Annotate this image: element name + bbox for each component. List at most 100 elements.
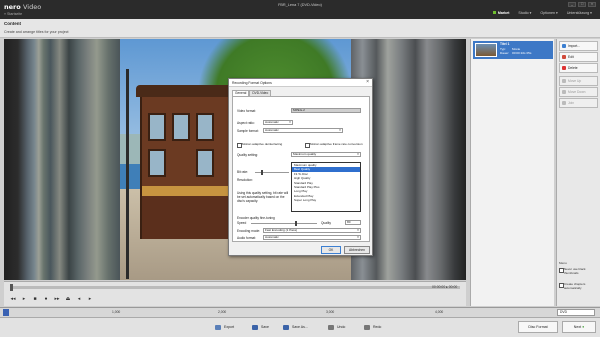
delete-icon xyxy=(562,66,566,70)
playback-bar: 00:00:00 ▸ 00:00 ◂◂ ▸ ■ ● ▸▸ ⏏ ◂ ▸ xyxy=(4,281,466,306)
encoder-quality-slider[interactable] xyxy=(251,221,317,226)
quality-dropdown-list: Maximum quality Best Quality Fit To Disc… xyxy=(291,162,361,212)
fast-forward-icon[interactable]: ▸▸ xyxy=(54,296,60,302)
minimize-button[interactable]: _ xyxy=(568,2,576,7)
redo-button[interactable]: Redo xyxy=(363,322,381,333)
ruler-label: 3,000 xyxy=(326,310,335,314)
black-thumbnails-checkbox[interactable]: Never use black thumbnails xyxy=(559,267,599,275)
window-controls: _ □ × xyxy=(568,2,596,7)
menu-options[interactable]: Optionen ▾ xyxy=(540,11,557,15)
quality-setting-label: Quality setting: xyxy=(237,153,259,157)
video-format-label: Video format: xyxy=(237,109,256,113)
save-icon xyxy=(252,325,258,330)
speed-label: Speed xyxy=(237,221,247,225)
menu-market[interactable]: Market xyxy=(493,11,510,15)
export-button[interactable]: Export xyxy=(214,322,234,333)
playback-controls: ◂◂ ▸ ■ ● ▸▸ ⏏ ◂ ▸ xyxy=(10,296,93,302)
previous-icon[interactable]: ◂ xyxy=(76,296,82,302)
bitrate-slider[interactable] xyxy=(255,170,289,175)
ok-button[interactable]: OK xyxy=(321,246,341,254)
next-button[interactable]: Next ● xyxy=(562,321,596,333)
recording-format-dialog: Recording Format Options × General DVD-V… xyxy=(228,78,373,256)
join-button[interactable]: Join xyxy=(559,98,598,108)
auto-chapters-checkbox[interactable]: Create chapters automatically xyxy=(559,282,599,290)
chevron-down-icon: ▾ xyxy=(339,128,341,132)
framerate-conversion-checkbox[interactable]: Motion adaptive frame rate conversion xyxy=(305,142,363,148)
delete-button[interactable]: Delete xyxy=(559,63,598,73)
join-icon xyxy=(562,101,566,105)
chevron-down-icon: ▾ xyxy=(357,228,359,232)
import-button[interactable]: Import... xyxy=(559,41,598,51)
ruler-label: 1,000 xyxy=(112,310,121,314)
chevron-down-icon: ▾ xyxy=(289,120,291,124)
deinterlacing-checkbox[interactable]: Motion adaptive deinterlacing xyxy=(237,142,282,148)
edit-icon xyxy=(562,55,566,59)
seek-handle[interactable] xyxy=(10,284,13,291)
quality-option[interactable]: Super Long Play xyxy=(292,198,360,202)
bottom-toolbar: Export Save Save As... Undo Redo Disc Fo… xyxy=(0,317,600,337)
page-subtitle: Create and arrange titles for your proje… xyxy=(4,30,69,34)
export-icon xyxy=(215,325,221,330)
cable-car-image xyxy=(136,85,236,239)
content-header: Content Create and arrange titles for yo… xyxy=(0,19,600,38)
move-up-icon xyxy=(562,79,566,83)
title-name: Titel 1 xyxy=(500,42,510,46)
capacity-ruler: 1,000 2,000 3,000 4,000 DVD xyxy=(0,307,600,317)
audio-format-label: Audio format: xyxy=(237,236,256,240)
record-icon[interactable]: ● xyxy=(43,296,49,302)
back-to-home-link[interactable]: « Startseite xyxy=(4,12,22,16)
undo-button[interactable]: Undo xyxy=(327,322,345,333)
dialog-pane: Video format: MPEG-2 Aspect ratio: Autom… xyxy=(232,96,370,242)
play-icon[interactable]: ▸ xyxy=(21,296,27,302)
document-title: FBR_Lena 7 (DVD-Video) xyxy=(278,3,322,7)
dialog-close-icon[interactable]: × xyxy=(366,79,369,86)
save-as-icon xyxy=(283,325,289,330)
quality-setting-select[interactable]: Maximum quality ▾ xyxy=(291,152,361,157)
save-button[interactable]: Save xyxy=(251,322,269,333)
close-window-button[interactable]: × xyxy=(588,2,596,7)
import-icon xyxy=(562,44,566,48)
title-item[interactable]: Titel 1 Typ: Movie Dauer: 00:00:10s 05s xyxy=(473,41,553,59)
stop-icon[interactable]: ■ xyxy=(32,296,38,302)
move-down-button[interactable]: Move Down xyxy=(559,87,598,97)
cancel-button[interactable]: Abbrechen xyxy=(344,246,370,254)
menu-studio[interactable]: Studio ▾ xyxy=(518,11,531,15)
seek-slider[interactable] xyxy=(10,286,460,289)
encoder-finetune-label: Encoder quality fine-tuning xyxy=(237,216,275,220)
eject-icon[interactable]: ⏏ xyxy=(65,296,71,302)
move-up-button[interactable]: Move Up xyxy=(559,76,598,86)
disc-type-select[interactable]: DVD xyxy=(557,309,595,316)
top-menu: Market Studio ▾ Optionen ▾ Unterstützung… xyxy=(493,11,592,15)
sample-format-label: Sample format: xyxy=(237,129,259,133)
ruler-label: 2,000 xyxy=(218,310,227,314)
rewind-icon[interactable]: ◂◂ xyxy=(10,296,16,302)
ruler-scale: 1,000 2,000 3,000 4,000 xyxy=(10,309,538,317)
next-icon[interactable]: ▸ xyxy=(87,296,93,302)
quality-number-field[interactable]: 80 xyxy=(345,220,361,225)
encoding-mode-select[interactable]: Fast Encoding (1 Pass) ▾ xyxy=(263,228,361,233)
bitrate-label: Bit rate: xyxy=(237,170,248,174)
bitrate-handle[interactable] xyxy=(261,170,263,175)
title-bar: nero Video « Startseite FBR_Lena 7 (DVD-… xyxy=(0,0,600,19)
undo-icon xyxy=(328,325,334,330)
title-duration: Dauer: 00:00:10s 05s xyxy=(500,51,532,55)
maximize-button[interactable]: □ xyxy=(578,2,586,7)
quality-info-text: Using this quality setting, bit rate wil… xyxy=(237,191,289,203)
dialog-title: Recording Format Options xyxy=(229,79,372,87)
ruler-label: 4,000 xyxy=(435,310,444,314)
aspect-ratio-select[interactable]: Automatic ▾ xyxy=(263,120,293,125)
resolution-label: Resolution: xyxy=(237,178,253,182)
video-format-field: MPEG-2 xyxy=(291,108,361,113)
redo-icon xyxy=(364,325,370,330)
sample-format-select[interactable]: Automatic ▾ xyxy=(263,128,343,133)
encoder-quality-handle[interactable] xyxy=(295,221,297,226)
encoding-mode-label: Encoding mode: xyxy=(237,229,261,233)
disc-format-button[interactable]: Disc Format xyxy=(518,321,558,333)
disc-icon xyxy=(3,309,9,316)
save-as-button[interactable]: Save As... xyxy=(282,322,308,333)
quality-word-label: Quality xyxy=(321,221,331,225)
chevron-down-icon: ▾ xyxy=(357,152,359,156)
menu-support[interactable]: Unterstützung ▾ xyxy=(567,11,592,15)
audio-format-select[interactable]: Automatic ▾ xyxy=(263,235,361,240)
edit-button[interactable]: Edit xyxy=(559,52,598,62)
